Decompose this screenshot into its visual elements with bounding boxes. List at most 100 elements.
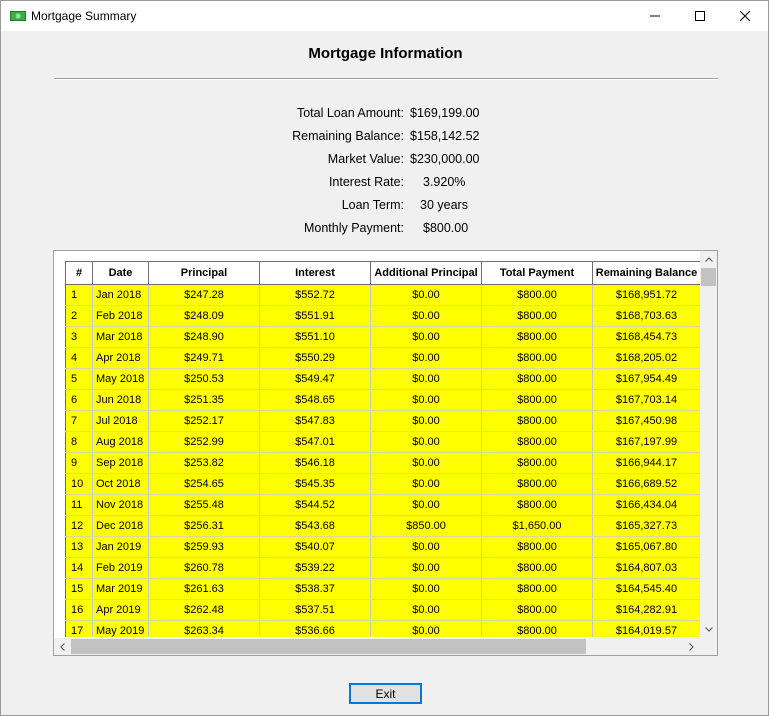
cell-additional-principal[interactable]: $0.00 — [370, 473, 482, 495]
column-header-principal[interactable]: Principal — [148, 261, 260, 285]
cell-remaining-balance[interactable]: $164,807.03 — [592, 557, 700, 579]
cell-additional-principal[interactable]: $0.00 — [370, 389, 482, 411]
cell-number[interactable]: 2 — [65, 305, 93, 327]
scroll-down-icon[interactable] — [700, 621, 717, 638]
cell-interest[interactable]: $547.83 — [259, 410, 371, 432]
cell-total-payment[interactable]: $800.00 — [481, 599, 593, 621]
cell-additional-principal[interactable]: $0.00 — [370, 452, 482, 474]
cell-date[interactable]: Nov 2018 — [92, 494, 149, 516]
cell-total-payment[interactable]: $800.00 — [481, 347, 593, 369]
cell-total-payment[interactable]: $800.00 — [481, 389, 593, 411]
cell-remaining-balance[interactable]: $167,954.49 — [592, 368, 700, 390]
cell-interest[interactable]: $543.68 — [259, 515, 371, 537]
table-row[interactable]: 11 Nov 2018 $255.48 $544.52 $0.00 $800.00 $166… — [65, 494, 700, 516]
cell-number[interactable]: 13 — [65, 536, 93, 558]
table-row[interactable]: 13 Jan 2019 $259.93 $540.07 $0.00 $800.00 $165… — [65, 536, 700, 558]
table-row[interactable]: 3 Mar 2018 $248.90 $551.10 $0.00 $800.00 $168,… — [65, 326, 700, 348]
cell-date[interactable]: Oct 2018 — [92, 473, 149, 495]
cell-interest[interactable]: $548.65 — [259, 389, 371, 411]
cell-total-payment[interactable]: $800.00 — [481, 494, 593, 516]
cell-date[interactable]: Feb 2018 — [92, 305, 149, 327]
cell-principal[interactable]: $262.48 — [148, 599, 260, 621]
cell-total-payment[interactable]: $800.00 — [481, 305, 593, 327]
cell-remaining-balance[interactable]: $166,944.17 — [592, 452, 700, 474]
vertical-scrollbar[interactable] — [700, 251, 717, 638]
cell-principal[interactable]: $247.28 — [148, 284, 260, 306]
cell-date[interactable]: Feb 2019 — [92, 557, 149, 579]
cell-additional-principal[interactable]: $0.00 — [370, 557, 482, 579]
scroll-right-icon[interactable] — [683, 638, 700, 655]
column-header-date[interactable]: Date — [92, 261, 149, 285]
cell-additional-principal[interactable]: $0.00 — [370, 620, 482, 637]
scroll-left-icon[interactable] — [54, 638, 71, 655]
horizontal-scrollbar[interactable] — [54, 638, 700, 655]
cell-date[interactable]: Jun 2018 — [92, 389, 149, 411]
cell-total-payment[interactable]: $800.00 — [481, 452, 593, 474]
cell-remaining-balance[interactable]: $164,282.91 — [592, 599, 700, 621]
scroll-up-icon[interactable] — [700, 251, 717, 268]
cell-interest[interactable]: $550.29 — [259, 347, 371, 369]
cell-total-payment[interactable]: $800.00 — [481, 578, 593, 600]
cell-number[interactable]: 10 — [65, 473, 93, 495]
cell-interest[interactable]: $539.22 — [259, 557, 371, 579]
cell-interest[interactable]: $537.51 — [259, 599, 371, 621]
cell-number[interactable]: 7 — [65, 410, 93, 432]
cell-date[interactable]: Sep 2018 — [92, 452, 149, 474]
cell-date[interactable]: Aug 2018 — [92, 431, 149, 453]
cell-number[interactable]: 17 — [65, 620, 93, 637]
cell-principal[interactable]: $248.09 — [148, 305, 260, 327]
cell-additional-principal[interactable]: $850.00 — [370, 515, 482, 537]
cell-remaining-balance[interactable]: $164,019.57 — [592, 620, 700, 637]
cell-interest[interactable]: $546.18 — [259, 452, 371, 474]
cell-principal[interactable]: $256.31 — [148, 515, 260, 537]
cell-number[interactable]: 6 — [65, 389, 93, 411]
cell-remaining-balance[interactable]: $168,951.72 — [592, 284, 700, 306]
table-row[interactable]: 17 May 2019 $263.34 $536.66 $0.00 $800.00 $164… — [65, 620, 700, 637]
cell-principal[interactable]: $259.93 — [148, 536, 260, 558]
cell-additional-principal[interactable]: $0.00 — [370, 578, 482, 600]
table-row[interactable]: 7 Jul 2018 $252.17 $547.83 $0.00 $800.00 $167,… — [65, 410, 700, 432]
cell-interest[interactable]: $536.66 — [259, 620, 371, 637]
cell-additional-principal[interactable]: $0.00 — [370, 536, 482, 558]
cell-date[interactable]: Jul 2018 — [92, 410, 149, 432]
column-header-number[interactable]: # — [65, 261, 93, 285]
cell-principal[interactable]: $251.35 — [148, 389, 260, 411]
cell-principal[interactable]: $263.34 — [148, 620, 260, 637]
table-row[interactable]: 4 Apr 2018 $249.71 $550.29 $0.00 $800.00 $168,… — [65, 347, 700, 369]
cell-remaining-balance[interactable]: $165,067.80 — [592, 536, 700, 558]
cell-interest[interactable]: $540.07 — [259, 536, 371, 558]
vertical-scroll-thumb[interactable] — [701, 268, 716, 286]
table-row[interactable]: 10 Oct 2018 $254.65 $545.35 $0.00 $800.00 $166… — [65, 473, 700, 495]
cell-additional-principal[interactable]: $0.00 — [370, 494, 482, 516]
cell-principal[interactable]: $252.17 — [148, 410, 260, 432]
cell-principal[interactable]: $254.65 — [148, 473, 260, 495]
cell-additional-principal[interactable]: $0.00 — [370, 410, 482, 432]
cell-date[interactable]: Jan 2019 — [92, 536, 149, 558]
cell-additional-principal[interactable]: $0.00 — [370, 347, 482, 369]
cell-date[interactable]: Jan 2018 — [92, 284, 149, 306]
cell-principal[interactable]: $260.78 — [148, 557, 260, 579]
table-row[interactable]: 2 Feb 2018 $248.09 $551.91 $0.00 $800.00 $168,… — [65, 305, 700, 327]
cell-date[interactable]: Mar 2019 — [92, 578, 149, 600]
cell-date[interactable]: May 2018 — [92, 368, 149, 390]
cell-remaining-balance[interactable]: $166,689.52 — [592, 473, 700, 495]
cell-remaining-balance[interactable]: $167,197.99 — [592, 431, 700, 453]
cell-number[interactable]: 9 — [65, 452, 93, 474]
cell-number[interactable]: 16 — [65, 599, 93, 621]
cell-remaining-balance[interactable]: $168,454.73 — [592, 326, 700, 348]
cell-additional-principal[interactable]: $0.00 — [370, 431, 482, 453]
cell-additional-principal[interactable]: $0.00 — [370, 368, 482, 390]
table-row[interactable]: 5 May 2018 $250.53 $549.47 $0.00 $800.00 $167,… — [65, 368, 700, 390]
maximize-button[interactable] — [677, 1, 723, 31]
table-row[interactable]: 12 Dec 2018 $256.31 $543.68 $850.00 $1,650.00… — [65, 515, 700, 537]
cell-total-payment[interactable]: $800.00 — [481, 473, 593, 495]
cell-number[interactable]: 8 — [65, 431, 93, 453]
table-row[interactable]: 8 Aug 2018 $252.99 $547.01 $0.00 $800.00 $167,… — [65, 431, 700, 453]
cell-date[interactable]: Apr 2019 — [92, 599, 149, 621]
cell-interest[interactable]: $552.72 — [259, 284, 371, 306]
cell-interest[interactable]: $538.37 — [259, 578, 371, 600]
cell-interest[interactable]: $549.47 — [259, 368, 371, 390]
cell-date[interactable]: Dec 2018 — [92, 515, 149, 537]
cell-remaining-balance[interactable]: $167,703.14 — [592, 389, 700, 411]
horizontal-scroll-thumb[interactable] — [71, 639, 586, 654]
